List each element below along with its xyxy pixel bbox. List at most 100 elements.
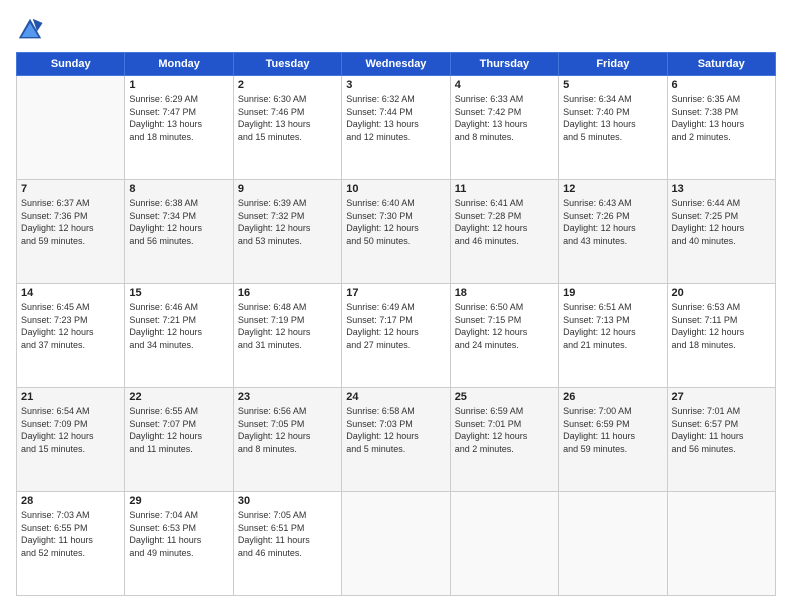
calendar-body: 1 Sunrise: 6:29 AM Sunset: 7:47 PM Daylig… bbox=[17, 76, 776, 596]
day-number: 19 bbox=[563, 287, 662, 299]
day-number: 14 bbox=[21, 287, 120, 299]
calendar-cell: 23 Sunrise: 6:56 AM Sunset: 7:05 PM Dayli… bbox=[233, 388, 341, 492]
calendar-cell: 1 Sunrise: 6:29 AM Sunset: 7:47 PM Daylig… bbox=[125, 76, 233, 180]
day-number: 22 bbox=[129, 391, 228, 403]
day-info: Sunrise: 6:40 AM Sunset: 7:30 PM Dayligh… bbox=[346, 197, 445, 247]
day-number: 1 bbox=[129, 79, 228, 91]
calendar-cell: 16 Sunrise: 6:48 AM Sunset: 7:19 PM Dayli… bbox=[233, 284, 341, 388]
day-info: Sunrise: 6:39 AM Sunset: 7:32 PM Dayligh… bbox=[238, 197, 337, 247]
day-number: 23 bbox=[238, 391, 337, 403]
calendar-cell: 3 Sunrise: 6:32 AM Sunset: 7:44 PM Daylig… bbox=[342, 76, 450, 180]
day-number: 9 bbox=[238, 183, 337, 195]
calendar-cell: 8 Sunrise: 6:38 AM Sunset: 7:34 PM Daylig… bbox=[125, 180, 233, 284]
day-info: Sunrise: 6:48 AM Sunset: 7:19 PM Dayligh… bbox=[238, 301, 337, 351]
day-info: Sunrise: 7:04 AM Sunset: 6:53 PM Dayligh… bbox=[129, 509, 228, 559]
calendar-cell: 29 Sunrise: 7:04 AM Sunset: 6:53 PM Dayli… bbox=[125, 492, 233, 596]
calendar-cell: 14 Sunrise: 6:45 AM Sunset: 7:23 PM Dayli… bbox=[17, 284, 125, 388]
day-header-thursday: Thursday bbox=[450, 53, 558, 76]
day-header-wednesday: Wednesday bbox=[342, 53, 450, 76]
day-info: Sunrise: 6:49 AM Sunset: 7:17 PM Dayligh… bbox=[346, 301, 445, 351]
day-info: Sunrise: 6:53 AM Sunset: 7:11 PM Dayligh… bbox=[672, 301, 771, 351]
calendar-cell: 24 Sunrise: 6:58 AM Sunset: 7:03 PM Dayli… bbox=[342, 388, 450, 492]
calendar-table: SundayMondayTuesdayWednesdayThursdayFrid… bbox=[16, 52, 776, 596]
day-info: Sunrise: 6:59 AM Sunset: 7:01 PM Dayligh… bbox=[455, 405, 554, 455]
day-number: 12 bbox=[563, 183, 662, 195]
day-info: Sunrise: 6:32 AM Sunset: 7:44 PM Dayligh… bbox=[346, 93, 445, 143]
calendar-cell: 4Sunrise: 6:33 AM Sunset: 7:42 PM Daylig… bbox=[450, 76, 558, 180]
day-number: 20 bbox=[672, 287, 771, 299]
day-number: 6 bbox=[672, 79, 771, 91]
day-header-sunday: Sunday bbox=[17, 53, 125, 76]
calendar-cell bbox=[559, 492, 667, 596]
day-header-tuesday: Tuesday bbox=[233, 53, 341, 76]
day-number: 30 bbox=[238, 495, 337, 507]
day-number: 13 bbox=[672, 183, 771, 195]
day-number: 28 bbox=[21, 495, 120, 507]
calendar-cell: 26 Sunrise: 7:00 AM Sunset: 6:59 PM Dayli… bbox=[559, 388, 667, 492]
calendar-cell: 9 Sunrise: 6:39 AM Sunset: 7:32 PM Daylig… bbox=[233, 180, 341, 284]
calendar-week-row: 7Sunrise: 6:37 AM Sunset: 7:36 PM Daylig… bbox=[17, 180, 776, 284]
day-info: Sunrise: 6:38 AM Sunset: 7:34 PM Dayligh… bbox=[129, 197, 228, 247]
day-header-saturday: Saturday bbox=[667, 53, 775, 76]
day-info: Sunrise: 6:56 AM Sunset: 7:05 PM Dayligh… bbox=[238, 405, 337, 455]
day-info: Sunrise: 6:30 AM Sunset: 7:46 PM Dayligh… bbox=[238, 93, 337, 143]
calendar-header: SundayMondayTuesdayWednesdayThursdayFrid… bbox=[17, 53, 776, 76]
day-info: Sunrise: 6:44 AM Sunset: 7:25 PM Dayligh… bbox=[672, 197, 771, 247]
day-number: 3 bbox=[346, 79, 445, 91]
day-info: Sunrise: 6:50 AM Sunset: 7:15 PM Dayligh… bbox=[455, 301, 554, 351]
day-number: 15 bbox=[129, 287, 228, 299]
calendar-cell: 6 Sunrise: 6:35 AM Sunset: 7:38 PM Daylig… bbox=[667, 76, 775, 180]
calendar-cell bbox=[667, 492, 775, 596]
day-number: 11 bbox=[455, 183, 554, 195]
day-info: Sunrise: 7:03 AM Sunset: 6:55 PM Dayligh… bbox=[21, 509, 120, 559]
day-number: 18 bbox=[455, 287, 554, 299]
day-number: 26 bbox=[563, 391, 662, 403]
calendar-cell bbox=[450, 492, 558, 596]
calendar-cell: 2 Sunrise: 6:30 AM Sunset: 7:46 PM Daylig… bbox=[233, 76, 341, 180]
calendar-cell: 10Sunrise: 6:40 AM Sunset: 7:30 PM Dayli… bbox=[342, 180, 450, 284]
calendar-cell: 30Sunrise: 7:05 AM Sunset: 6:51 PM Dayli… bbox=[233, 492, 341, 596]
day-header-monday: Monday bbox=[125, 53, 233, 76]
calendar-cell: 13 Sunrise: 6:44 AM Sunset: 7:25 PM Dayli… bbox=[667, 180, 775, 284]
header bbox=[16, 16, 776, 44]
day-info: Sunrise: 6:54 AM Sunset: 7:09 PM Dayligh… bbox=[21, 405, 120, 455]
calendar-cell: 15 Sunrise: 6:46 AM Sunset: 7:21 PM Dayli… bbox=[125, 284, 233, 388]
calendar-week-row: 14 Sunrise: 6:45 AM Sunset: 7:23 PM Dayli… bbox=[17, 284, 776, 388]
day-info: Sunrise: 6:29 AM Sunset: 7:47 PM Dayligh… bbox=[129, 93, 228, 143]
day-info: Sunrise: 6:46 AM Sunset: 7:21 PM Dayligh… bbox=[129, 301, 228, 351]
calendar-cell: 22Sunrise: 6:55 AM Sunset: 7:07 PM Dayli… bbox=[125, 388, 233, 492]
day-info: Sunrise: 6:34 AM Sunset: 7:40 PM Dayligh… bbox=[563, 93, 662, 143]
day-number: 16 bbox=[238, 287, 337, 299]
day-number: 17 bbox=[346, 287, 445, 299]
day-info: Sunrise: 6:58 AM Sunset: 7:03 PM Dayligh… bbox=[346, 405, 445, 455]
calendar-cell: 18 Sunrise: 6:50 AM Sunset: 7:15 PM Dayli… bbox=[450, 284, 558, 388]
calendar-cell: 7Sunrise: 6:37 AM Sunset: 7:36 PM Daylig… bbox=[17, 180, 125, 284]
day-info: Sunrise: 6:51 AM Sunset: 7:13 PM Dayligh… bbox=[563, 301, 662, 351]
day-info: Sunrise: 6:45 AM Sunset: 7:23 PM Dayligh… bbox=[21, 301, 120, 351]
calendar-cell: 12 Sunrise: 6:43 AM Sunset: 7:26 PM Dayli… bbox=[559, 180, 667, 284]
calendar-cell bbox=[17, 76, 125, 180]
day-info: Sunrise: 6:37 AM Sunset: 7:36 PM Dayligh… bbox=[21, 197, 120, 247]
day-number: 5 bbox=[563, 79, 662, 91]
day-number: 25 bbox=[455, 391, 554, 403]
day-number: 24 bbox=[346, 391, 445, 403]
day-info: Sunrise: 6:43 AM Sunset: 7:26 PM Dayligh… bbox=[563, 197, 662, 247]
day-info: Sunrise: 7:00 AM Sunset: 6:59 PM Dayligh… bbox=[563, 405, 662, 455]
calendar-cell: 27Sunrise: 7:01 AM Sunset: 6:57 PM Dayli… bbox=[667, 388, 775, 492]
day-info: Sunrise: 6:41 AM Sunset: 7:28 PM Dayligh… bbox=[455, 197, 554, 247]
day-number: 21 bbox=[21, 391, 120, 403]
day-info: Sunrise: 6:35 AM Sunset: 7:38 PM Dayligh… bbox=[672, 93, 771, 143]
calendar-week-row: 21 Sunrise: 6:54 AM Sunset: 7:09 PM Dayli… bbox=[17, 388, 776, 492]
day-header-friday: Friday bbox=[559, 53, 667, 76]
header-row: SundayMondayTuesdayWednesdayThursdayFrid… bbox=[17, 53, 776, 76]
calendar-cell: 11 Sunrise: 6:41 AM Sunset: 7:28 PM Dayli… bbox=[450, 180, 558, 284]
page: SundayMondayTuesdayWednesdayThursdayFrid… bbox=[0, 0, 792, 612]
day-number: 2 bbox=[238, 79, 337, 91]
calendar-cell: 20 Sunrise: 6:53 AM Sunset: 7:11 PM Dayli… bbox=[667, 284, 775, 388]
day-number: 29 bbox=[129, 495, 228, 507]
day-number: 8 bbox=[129, 183, 228, 195]
calendar-cell bbox=[342, 492, 450, 596]
day-info: Sunrise: 7:01 AM Sunset: 6:57 PM Dayligh… bbox=[672, 405, 771, 455]
calendar-week-row: 1 Sunrise: 6:29 AM Sunset: 7:47 PM Daylig… bbox=[17, 76, 776, 180]
logo bbox=[16, 16, 48, 44]
